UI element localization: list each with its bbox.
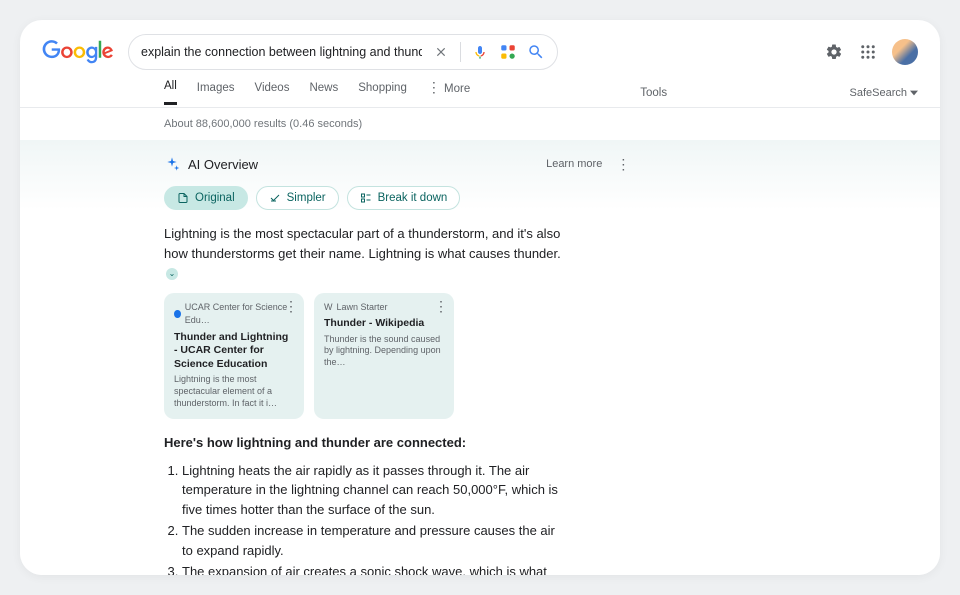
topbar (20, 20, 940, 78)
chip-break[interactable]: Break it down (347, 186, 461, 210)
ai-ordered-list: Lightning heats the air rapidly as it pa… (164, 461, 564, 575)
result-stats: About 88,600,000 results (0.46 seconds) (20, 108, 940, 140)
list-item: Lightning heats the air rapidly as it pa… (182, 461, 564, 520)
tab-all[interactable]: All (164, 80, 177, 105)
learn-more-link[interactable]: Learn more (546, 158, 602, 170)
source-name: UCAR Center for Science Edu… (185, 301, 294, 328)
ai-chips: Original Simpler Break it down (164, 186, 918, 210)
mic-icon[interactable] (471, 43, 489, 61)
lens-icon[interactable] (499, 43, 517, 61)
chip-label: Original (195, 192, 235, 204)
ai-overview-title: AI Overview (188, 157, 258, 172)
check-icon (269, 192, 281, 204)
list-icon (360, 192, 372, 204)
card-title: Thunder - Wikipedia (324, 317, 444, 331)
source-favicon (174, 310, 181, 318)
source-card[interactable]: ⋮ UCAR Center for Science Edu… Thunder a… (164, 293, 304, 420)
browser-window: All Images Videos News Shopping ⋮ More T… (20, 20, 940, 575)
chip-simpler[interactable]: Simpler (256, 186, 339, 210)
card-menu-icon[interactable]: ⋮ (434, 299, 448, 313)
list-item: The expansion of air creates a sonic sho… (182, 562, 564, 575)
tab-news[interactable]: News (309, 82, 338, 104)
chip-original[interactable]: Original (164, 186, 248, 210)
google-logo[interactable] (42, 40, 114, 64)
search-icon[interactable] (527, 43, 545, 61)
card-title: Thunder and Lightning - UCAR Center for … (174, 331, 294, 372)
ai-subheading: Here's how lightning and thunder are con… (164, 433, 564, 453)
list-item: The sudden increase in temperature and p… (182, 521, 564, 560)
card-snippet: Thunder is the sound caused by lightning… (324, 334, 444, 369)
ai-overview-panel: AI Overview Learn more ⋮ Original Simple… (20, 140, 940, 575)
sparkle-icon (164, 156, 180, 172)
tab-shopping[interactable]: Shopping (358, 82, 407, 104)
search-box[interactable] (128, 34, 558, 70)
avatar[interactable] (892, 39, 918, 65)
chip-label: Break it down (378, 192, 448, 204)
source-name: Lawn Starter (337, 301, 388, 315)
source-cards: ⋮ UCAR Center for Science Edu… Thunder a… (164, 293, 564, 420)
clear-icon[interactable] (432, 43, 450, 61)
search-input[interactable] (141, 45, 422, 59)
safesearch-menu[interactable]: SafeSearch (850, 87, 918, 99)
tab-more[interactable]: ⋮ More (427, 80, 470, 105)
tab-videos[interactable]: Videos (255, 82, 290, 104)
chip-label: Simpler (287, 192, 326, 204)
ai-menu-icon[interactable]: ⋮ (616, 157, 630, 171)
ai-intro-text: Lightning is the most spectacular part o… (164, 226, 561, 261)
source-card[interactable]: ⋮ W Lawn Starter Thunder - Wikipedia Thun… (314, 293, 454, 420)
top-right-controls (824, 39, 918, 65)
citation-chip[interactable]: ⌄ (166, 268, 178, 280)
settings-icon[interactable] (824, 42, 844, 62)
document-icon (177, 192, 189, 204)
ai-overview-body: Lightning is the most spectacular part o… (164, 224, 564, 575)
nav-tabs: All Images Videos News Shopping ⋮ More T… (20, 78, 940, 108)
card-snippet: Lightning is the most spectacular elemen… (174, 374, 294, 409)
source-favicon: W (324, 301, 333, 315)
tools-link[interactable]: Tools (640, 87, 667, 99)
card-menu-icon[interactable]: ⋮ (284, 299, 298, 313)
apps-icon[interactable] (858, 42, 878, 62)
tab-images[interactable]: Images (197, 82, 235, 104)
